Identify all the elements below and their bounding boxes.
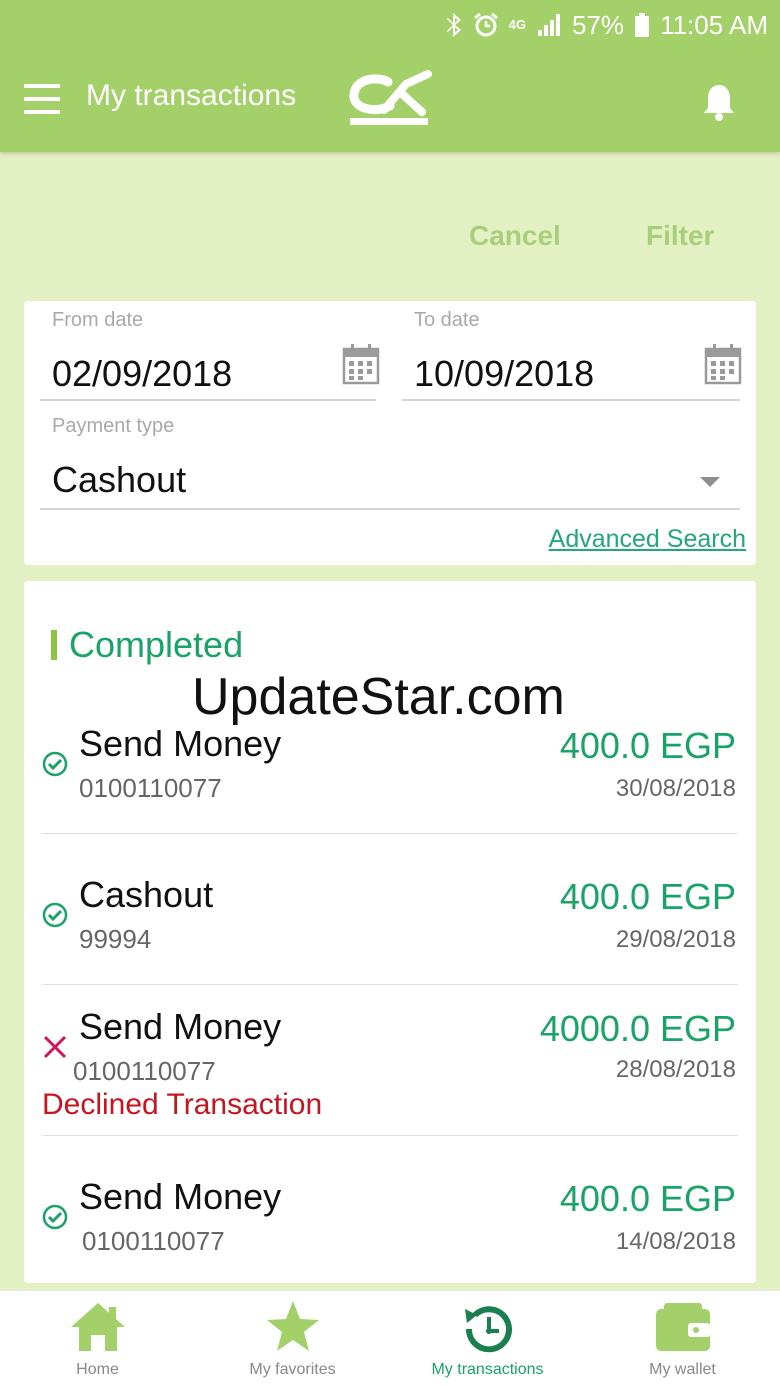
bottom-navigation: Home My favorites My transactions My wal…: [0, 1290, 780, 1386]
chevron-down-icon[interactable]: [700, 477, 720, 487]
transaction-row[interactable]: Send Money 0100110077 400.0 EGP 30/08/20…: [24, 719, 756, 833]
nav-home[interactable]: Home: [0, 1291, 195, 1386]
nav-favorites[interactable]: My favorites: [195, 1291, 390, 1386]
watermark: UpdateStar.com: [192, 668, 565, 726]
transaction-amount: 400.0 EGP: [559, 876, 736, 917]
section-marker: [51, 630, 57, 660]
row-divider: [42, 1135, 738, 1136]
wallet-icon: [655, 1303, 710, 1351]
network-type: 4G: [508, 17, 527, 32]
cancel-button[interactable]: Cancel: [469, 220, 561, 252]
check-circle-icon: [42, 902, 68, 928]
transaction-row[interactable]: Send Money 0100110077 4000.0 EGP 28/08/2…: [24, 1002, 756, 1134]
close-icon: [43, 1035, 67, 1059]
transaction-amount: 400.0 EGP: [559, 725, 736, 766]
signal-icon: [538, 14, 561, 36]
check-circle-icon: [42, 751, 68, 777]
transaction-amount: 400.0 EGP: [559, 1178, 736, 1219]
transaction-date: 14/08/2018: [615, 1228, 736, 1255]
transaction-title: Send Money: [79, 723, 282, 764]
check-circle-icon: [42, 1204, 68, 1230]
transaction-reference: 0100110077: [79, 773, 222, 803]
nav-label: My wallet: [649, 1361, 716, 1378]
clock: 11:05 AM: [660, 9, 768, 40]
home-icon: [70, 1303, 125, 1351]
transaction-title: Send Money: [79, 1006, 282, 1047]
calendar-icon[interactable]: [704, 343, 742, 385]
transaction-title: Send Money: [79, 1176, 282, 1217]
transaction-amount: 4000.0 EGP: [539, 1008, 736, 1049]
to-date-underline: [402, 399, 740, 401]
payment-type-select[interactable]: Cashout: [52, 459, 186, 501]
transaction-reference: 0100110077: [82, 1226, 225, 1256]
row-divider: [42, 984, 738, 985]
bluetooth-icon: [446, 13, 461, 37]
row-divider: [42, 833, 738, 834]
nav-label: My favorites: [249, 1361, 336, 1378]
battery-percent: 57%: [572, 9, 625, 40]
payment-type-label: Payment type: [52, 415, 175, 437]
to-date-label: To date: [414, 309, 480, 331]
history-icon: [464, 1306, 512, 1353]
status-bar: 4G 57% 11:05 AM: [445, 8, 768, 42]
payment-type-underline: [40, 508, 740, 510]
star-icon: [266, 1301, 319, 1351]
transaction-row[interactable]: Send Money 0100110077 400.0 EGP 14/08/20…: [24, 1172, 756, 1282]
advanced-search-link[interactable]: Advanced Search: [549, 525, 746, 554]
filter-button[interactable]: Filter: [646, 220, 714, 252]
menu-icon[interactable]: [24, 84, 60, 114]
nav-label: My transactions: [431, 1361, 544, 1378]
from-date-field[interactable]: 02/09/2018: [52, 353, 232, 395]
transaction-reference: 99994: [79, 924, 152, 954]
nav-transactions[interactable]: My transactions: [390, 1291, 585, 1386]
notification-bell-icon[interactable]: [700, 82, 738, 122]
transactions-list: Completed UpdateStar.com Send Money 0100…: [24, 581, 756, 1283]
nav-wallet[interactable]: My wallet: [585, 1291, 780, 1386]
transaction-row[interactable]: Cashout 99994 400.0 EGP 29/08/2018: [24, 870, 756, 984]
to-date-field[interactable]: 10/09/2018: [414, 353, 594, 395]
calendar-icon[interactable]: [342, 343, 380, 385]
transaction-reference: 0100110077: [73, 1056, 216, 1086]
from-date-underline: [40, 399, 376, 401]
page-title: My transactions: [86, 79, 297, 112]
filter-panel: From date 02/09/2018 To date 10/09/2018 …: [24, 301, 756, 565]
section-header-completed: Completed: [51, 624, 244, 665]
app-header: 4G 57% 11:05 AM My transactions: [0, 0, 780, 152]
nav-label: Home: [76, 1361, 119, 1378]
transaction-title: Cashout: [79, 874, 214, 915]
declined-label: Declined Transaction: [42, 1088, 323, 1121]
transaction-date: 29/08/2018: [615, 926, 736, 953]
from-date-label: From date: [52, 309, 144, 331]
transaction-date: 28/08/2018: [615, 1056, 736, 1083]
battery-icon: [635, 13, 650, 37]
alarm-icon: [473, 12, 498, 37]
transaction-date: 30/08/2018: [615, 775, 736, 802]
brand-logo: [349, 70, 432, 125]
section-title: Completed: [69, 624, 244, 665]
